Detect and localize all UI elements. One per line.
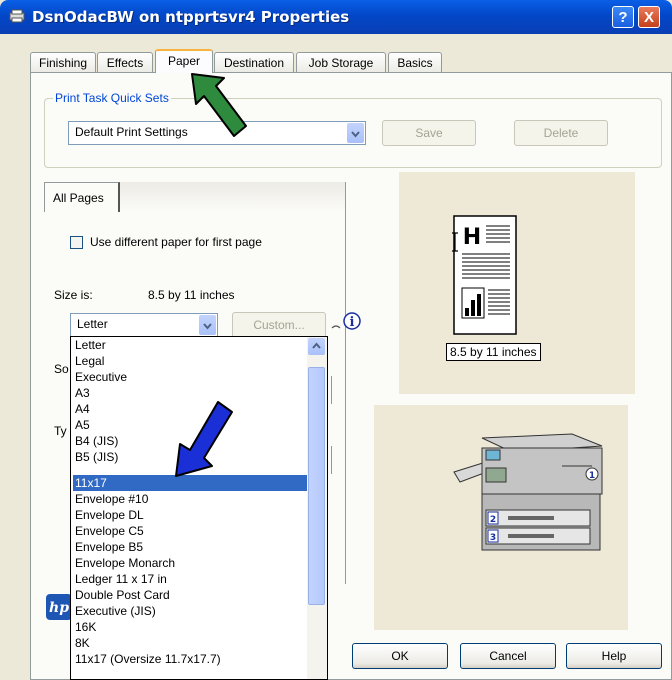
source-dropdown-edge	[328, 376, 332, 404]
help-title-button[interactable]: ?	[612, 6, 634, 28]
paper-size-option[interactable]: Double Post Card	[73, 587, 307, 603]
paper-size-option[interactable]: Executive	[73, 369, 307, 385]
close-button[interactable]: X	[638, 6, 660, 28]
help-button[interactable]: Help	[566, 643, 662, 669]
delete-button[interactable]: Delete	[514, 120, 608, 146]
paper-size-option[interactable]: Legal	[73, 353, 307, 369]
tab-all-pages[interactable]: All Pages	[44, 182, 120, 212]
different-first-page-checkbox[interactable]	[70, 236, 83, 249]
tab-effects[interactable]: Effects	[97, 52, 153, 72]
tab-finishing[interactable]: Finishing	[30, 52, 96, 72]
quick-sets-value: Default Print Settings	[75, 125, 188, 139]
tray-1-label: 1	[589, 471, 595, 481]
different-first-page-label: Use different paper for first page	[90, 235, 262, 249]
tray-3-label: 3	[490, 533, 496, 543]
tab-job-storage[interactable]: Job Storage	[296, 52, 386, 72]
tab-basics[interactable]: Basics	[388, 52, 442, 72]
paper-size-option[interactable]: Ledger 11 x 17 in	[73, 571, 307, 587]
chevron-down-icon[interactable]	[199, 315, 216, 335]
tab-destination[interactable]: Destination	[214, 52, 294, 72]
paper-size-list[interactable]: Letter Legal Executive A3 A4 A5 B4 (JIS)…	[70, 336, 328, 680]
size-label: Size is:	[54, 288, 93, 302]
window-title: DsnOdacBW on ntpprtsvr4 Properties	[32, 8, 350, 26]
all-pages-label: All Pages	[53, 191, 104, 205]
paper-size-option[interactable]: 16K	[73, 619, 307, 635]
paper-size-dropdown[interactable]: Letter	[70, 313, 218, 337]
custom-button[interactable]: Custom...	[232, 312, 326, 338]
preview-size-caption: 8.5 by 11 inches	[446, 343, 541, 361]
type-dropdown-edge	[328, 446, 332, 474]
paper-size-option[interactable]: Envelope #10	[73, 491, 307, 507]
scroll-thumb[interactable]	[308, 367, 325, 605]
quick-sets-legend: Print Task Quick Sets	[53, 91, 171, 105]
dropdown-scrollbar[interactable]	[307, 337, 327, 679]
printer-icon	[9, 9, 25, 23]
size-value: 8.5 by 11 inches	[148, 288, 235, 302]
paper-size-value: Letter	[77, 317, 108, 331]
scroll-up-icon[interactable]	[308, 338, 325, 355]
paper-size-option[interactable]: Envelope B5	[73, 539, 307, 555]
info-icon[interactable]: i	[330, 310, 364, 334]
properties-dialog: DsnOdacBW on ntpprtsvr4 Properties ? X F…	[0, 0, 672, 680]
paper-size-option[interactable]: 11x17 (Oversize 11.7x17.7)	[73, 651, 307, 667]
green-arrow-icon	[191, 73, 247, 137]
type-label-partial: Ty	[54, 424, 67, 438]
hp-logo: hp	[46, 594, 72, 620]
paper-size-option[interactable]: Executive (JIS)	[73, 603, 307, 619]
text-cursor-icon	[452, 232, 458, 252]
svg-text:i: i	[350, 315, 355, 330]
blue-arrow-icon	[175, 401, 233, 477]
tray-2-label: 2	[490, 515, 496, 525]
cancel-button[interactable]: Cancel	[460, 643, 556, 669]
paper-size-option[interactable]: Letter	[73, 337, 307, 353]
paper-size-option[interactable]: Envelope C5	[73, 523, 307, 539]
source-label-partial: So	[54, 362, 69, 376]
paper-size-option[interactable]: Envelope Monarch	[73, 555, 307, 571]
printer-illustration: 1 2 3	[453, 433, 603, 551]
title-bar[interactable]: DsnOdacBW on ntpprtsvr4 Properties ? X	[0, 0, 672, 34]
page-letter: H	[463, 225, 481, 250]
chevron-down-icon[interactable]	[347, 123, 364, 143]
save-button[interactable]: Save	[382, 120, 476, 146]
paper-size-option[interactable]: 8K	[73, 635, 307, 651]
paper-size-option[interactable]: Envelope DL	[73, 507, 307, 523]
ok-button[interactable]: OK	[352, 643, 448, 669]
svg-text:hp: hp	[49, 600, 69, 616]
